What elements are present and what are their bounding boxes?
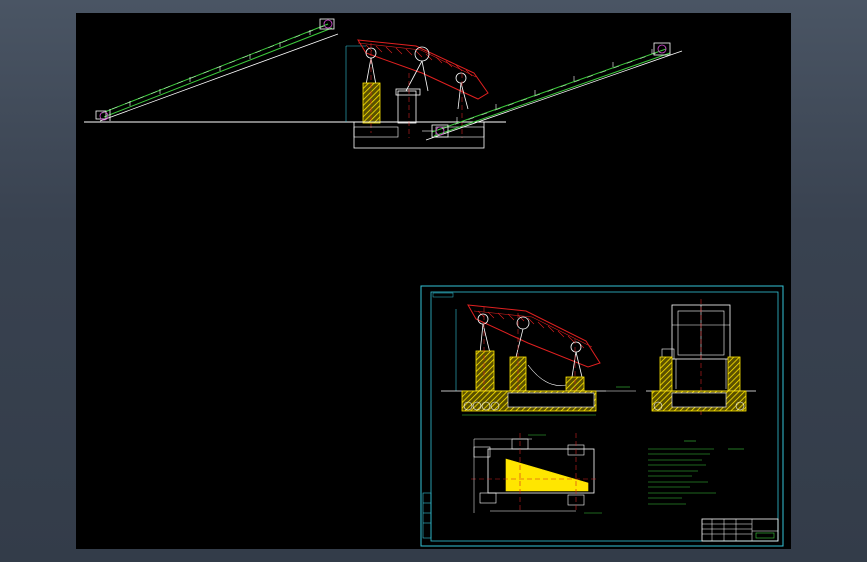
left-feed-conveyor: [95, 18, 339, 122]
sheet-inner-border: [430, 291, 779, 542]
cad-model-space[interactable]: [76, 13, 791, 549]
layout-overview: [84, 18, 683, 149]
title-block[interactable]: [701, 518, 779, 542]
binding-margin-block: [422, 492, 432, 539]
side-pillar-right: [727, 356, 741, 392]
drawing-number-tag: [432, 292, 454, 298]
side-pillar-left: [659, 356, 673, 392]
front-elevation-view: [441, 304, 636, 416]
foundation-plan-view: [471, 433, 602, 514]
front-pillar-1: [475, 350, 495, 392]
technical-notes-block: [648, 440, 744, 505]
cad-drawing-canvas[interactable]: [76, 13, 791, 549]
side-elevation-view: [646, 299, 756, 415]
vibrating-screen-overview: [345, 39, 489, 149]
right-discharge-conveyor: [425, 42, 683, 141]
foundation-pit: [353, 121, 485, 149]
drawing-sheet[interactable]: [420, 285, 784, 547]
support-pillar-left: [362, 82, 381, 124]
